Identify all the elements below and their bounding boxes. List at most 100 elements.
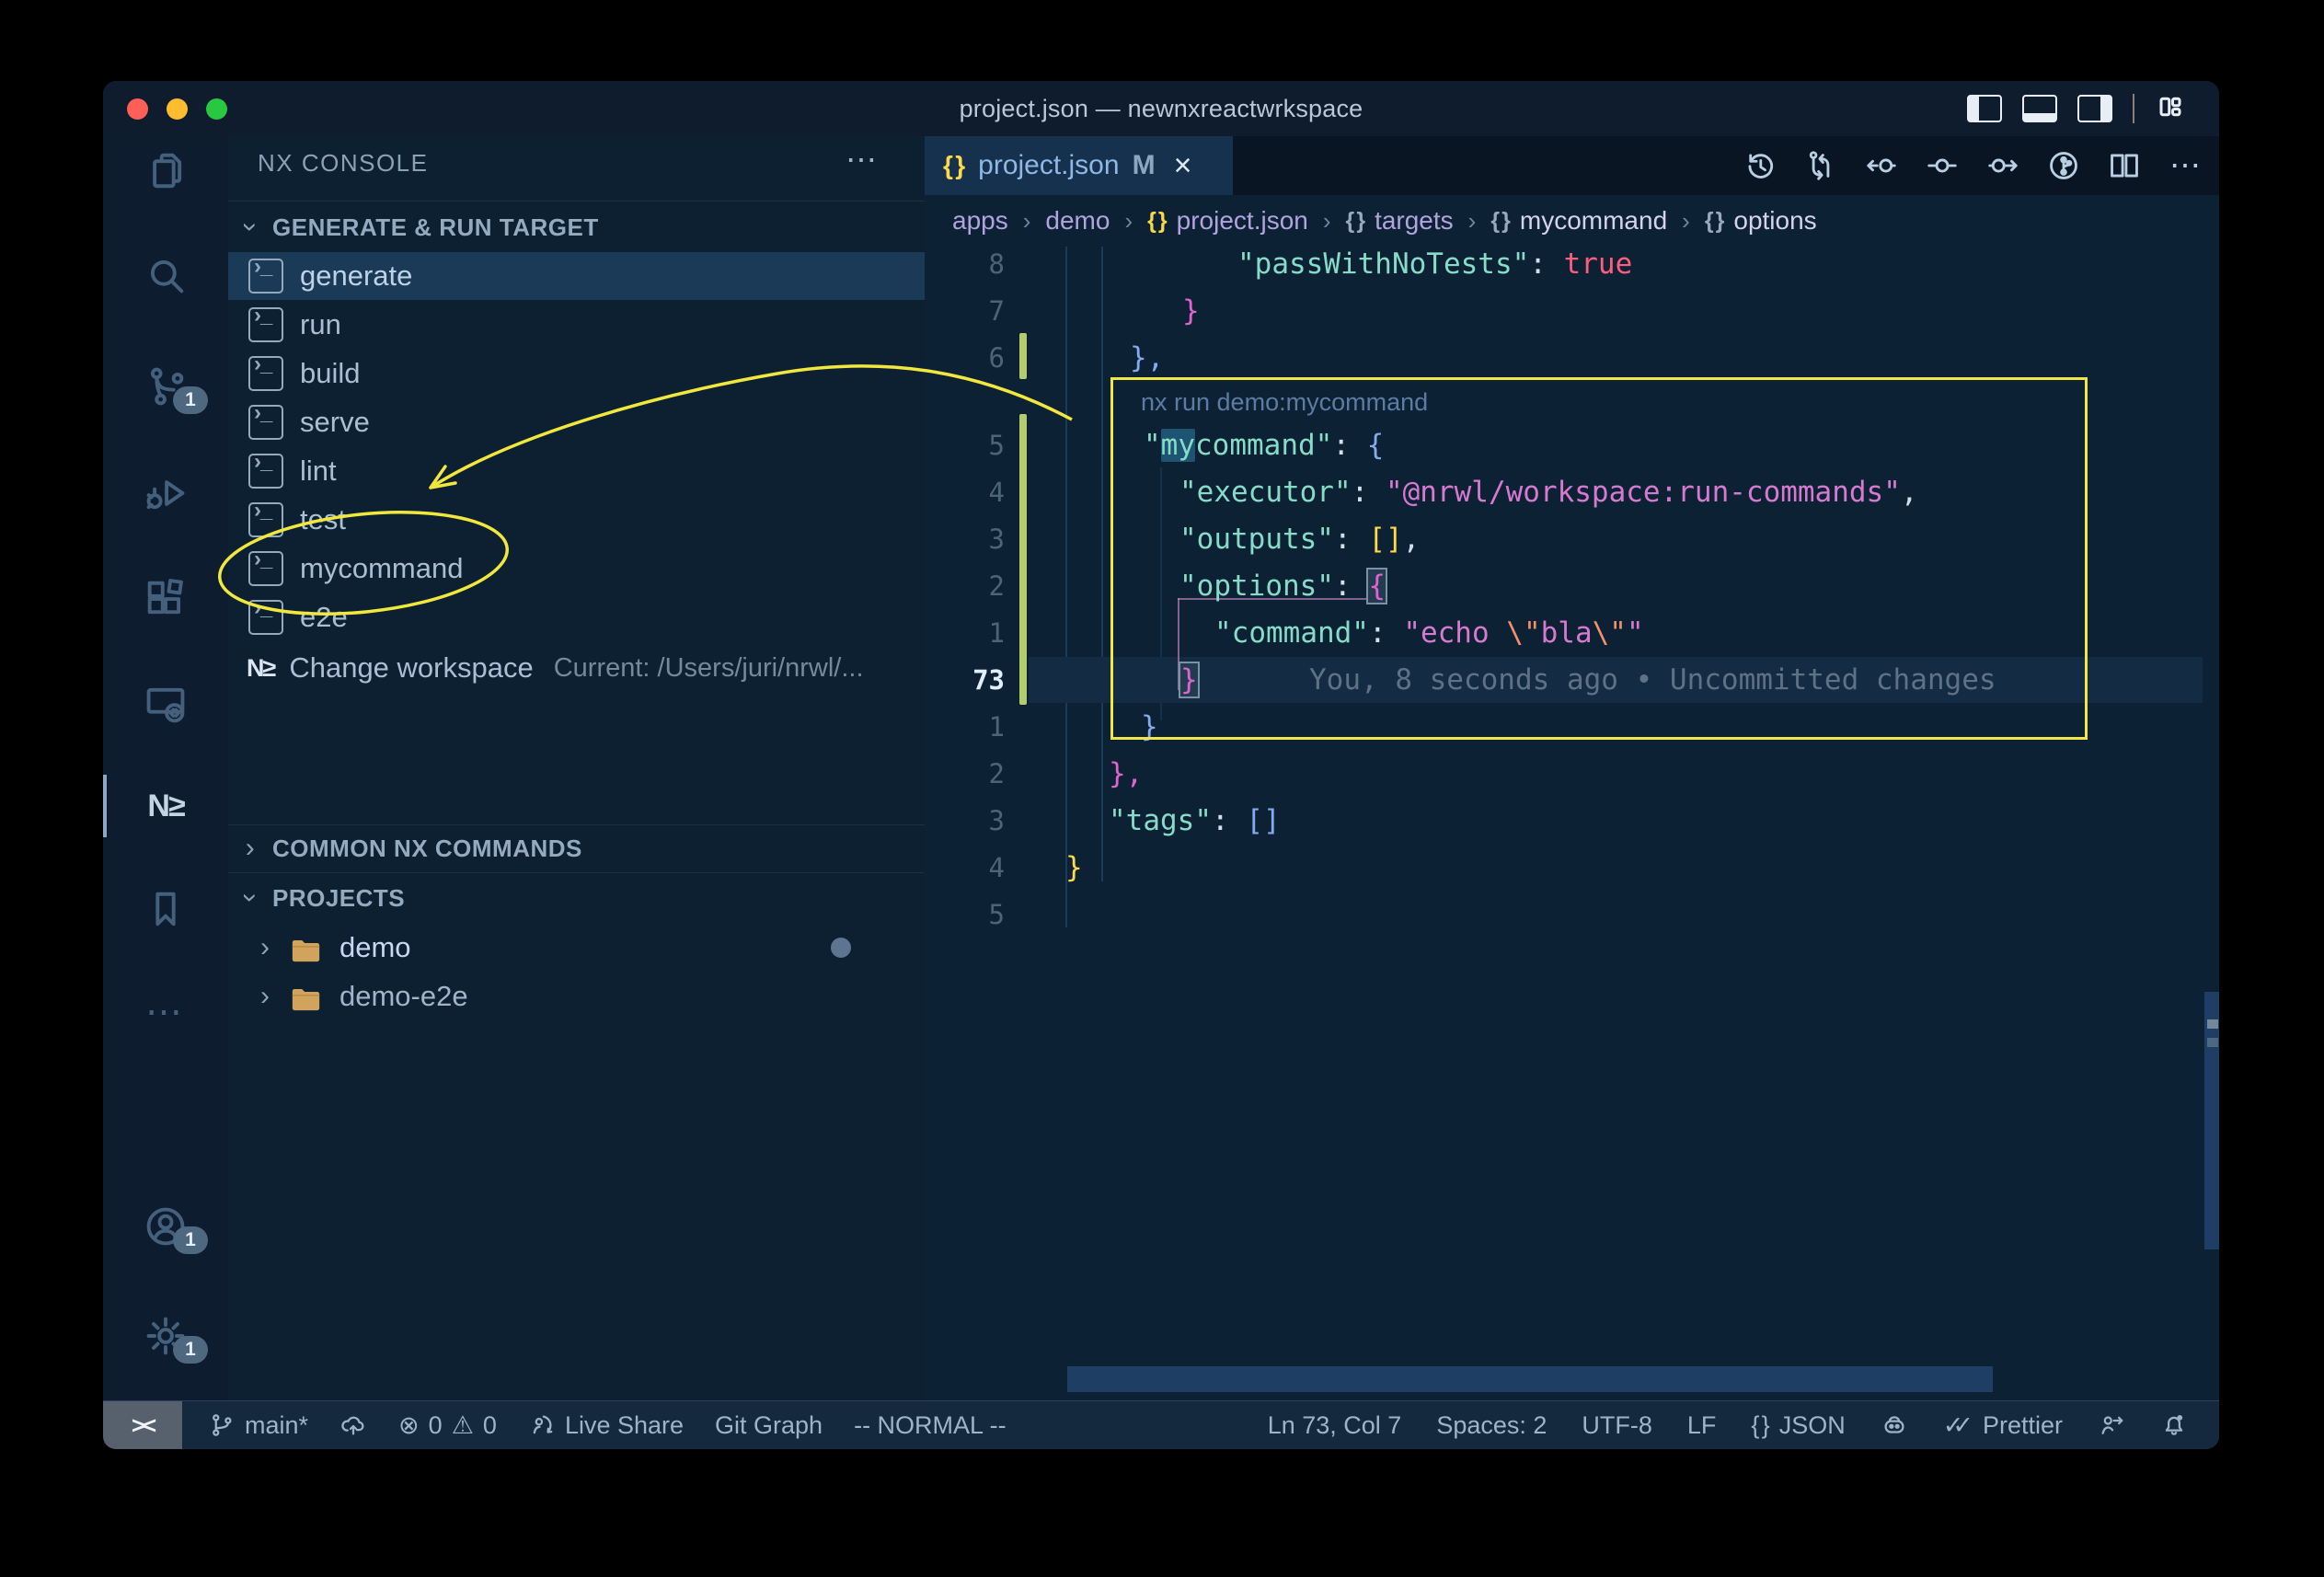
breadcrumb-apps[interactable]: apps [952, 206, 1008, 236]
vertical-scrollbar[interactable] [2204, 992, 2219, 1249]
activity-item-extensions[interactable] [103, 556, 228, 640]
cloud-upload-icon [339, 1411, 367, 1439]
activity-item-source-control[interactable]: 1 [103, 344, 228, 429]
sidebar-item-generate[interactable]: ›_generate [228, 252, 925, 300]
close-tab-icon[interactable]: × [1174, 148, 1192, 184]
divider [228, 824, 925, 825]
breadcrumb-targets[interactable]: { }targets [1346, 206, 1454, 236]
horizontal-scrollbar[interactable] [1067, 1366, 1993, 1392]
toolbar-timeline-button[interactable] [1741, 146, 1779, 185]
braces-icon: { } [1751, 1411, 1769, 1440]
layout-sidebar-left-icon[interactable] [1967, 95, 2002, 122]
status-indentation[interactable]: Spaces: 2 [1436, 1411, 1547, 1440]
remote-explorer-icon [142, 680, 190, 728]
activity-item-bookmarks[interactable] [103, 867, 228, 951]
status-cursor-position[interactable]: Ln 73, Col 7 [1268, 1411, 1402, 1440]
sidebar-more-actions-icon[interactable]: ⋯ [846, 142, 879, 178]
code-line[interactable]: "tags": [] [1109, 798, 1281, 844]
sidebar-item-change-workspace[interactable]: N≥ Change workspace Current: /Users/juri… [228, 644, 925, 692]
layout-controls [1967, 81, 2186, 136]
status-git-branch[interactable]: main* [208, 1411, 308, 1440]
annotation-highlight-box [1110, 377, 2088, 740]
code-line[interactable]: } [1065, 845, 1083, 891]
toolbar-split-editor-button[interactable] [2105, 146, 2144, 185]
nx-icon: N≥ [147, 788, 183, 824]
breadcrumb-options[interactable]: { }options [1705, 206, 1817, 236]
status-copilot[interactable] [1881, 1411, 1908, 1439]
toolbar-gitlens-button[interactable] [2044, 146, 2083, 185]
section-projects[interactable]: › PROJECTS [228, 877, 925, 919]
chevron-right-icon: › [254, 981, 276, 1012]
sidebar-item-e2e[interactable]: ›_e2e [228, 593, 925, 641]
activity-item-settings[interactable]: 1 [103, 1294, 228, 1378]
toolbar-previous-change-button[interactable] [1862, 146, 1901, 185]
project-item-demo[interactable]: ›demo [228, 924, 925, 972]
sidebar-item-run[interactable]: ›_run [228, 301, 925, 349]
titlebar: project.json — newnxreactwrkspace [103, 81, 2219, 137]
activity-item-search[interactable] [103, 233, 228, 317]
target-label: lint [300, 455, 337, 488]
chevron-down-icon: › [235, 216, 266, 238]
status-eol[interactable]: LF [1687, 1411, 1717, 1440]
remote-indicator[interactable]: >< [103, 1401, 182, 1449]
chevron-down-icon: › [235, 887, 266, 909]
status-feedback[interactable] [2098, 1411, 2125, 1439]
braces-icon: { } [1147, 208, 1168, 235]
activity-item-explorer[interactable] [103, 129, 228, 213]
status-sync[interactable] [339, 1411, 367, 1439]
breadcrumb-project.json[interactable]: { }project.json [1147, 206, 1308, 236]
status-formatter[interactable]: ✓✓Prettier [1943, 1411, 2063, 1440]
toolbar-more-actions-button[interactable]: ⋯ [2166, 146, 2204, 185]
status-problems[interactable]: ⊗0⚠0 [398, 1411, 497, 1440]
section-label: GENERATE & RUN TARGET [272, 213, 599, 242]
toolbar-open-changes-button[interactable] [1923, 146, 1962, 185]
sidebar-item-lint[interactable]: ›_lint [228, 447, 925, 495]
activity-item-more-views[interactable]: ⋯ [103, 970, 228, 1054]
section-generate-run-target[interactable]: › GENERATE & RUN TARGET [228, 206, 925, 248]
activity-item-accounts[interactable]: 1 [103, 1184, 228, 1269]
tab-label: project.json [978, 150, 1119, 181]
change-workspace-label: Change workspace [289, 651, 533, 685]
project-item-demo-e2e[interactable]: ›demo-e2e [228, 973, 925, 1020]
sidebar-item-serve[interactable]: ›_serve [228, 398, 925, 446]
status-encoding[interactable]: UTF-8 [1582, 1411, 1652, 1440]
terminal-icon: ›_ [248, 405, 283, 440]
code-line[interactable]: }, [1130, 335, 1164, 381]
status-language-mode[interactable]: { }JSON [1751, 1411, 1845, 1440]
status-bar: >< main* ⊗0⚠0 Live Share Git Graph -- NORMAL… [103, 1400, 2219, 1449]
layout-customize-icon[interactable] [2155, 93, 2186, 125]
project-label: demo [339, 931, 411, 964]
breadcrumb-demo[interactable]: demo [1045, 206, 1110, 236]
breadcrumb-mycommand[interactable]: { }mycommand [1490, 206, 1667, 236]
sidebar-item-build[interactable]: ›_build [228, 350, 925, 397]
layout-panel-icon[interactable] [2022, 95, 2057, 122]
nx-console-sidebar: NX CONSOLE ⋯ › GENERATE & RUN TARGET ›_g… [228, 136, 926, 1401]
activity-item-remote-explorer[interactable] [103, 662, 228, 746]
breadcrumb-separator: › [1023, 207, 1031, 236]
toolbar-compare-changes-button[interactable] [1801, 146, 1840, 185]
status-vim-mode[interactable]: -- NORMAL -- [854, 1411, 1006, 1440]
code-line[interactable]: "passWithNoTests": true [1237, 241, 1632, 287]
status-git-graph[interactable]: Git Graph [715, 1411, 823, 1440]
code-editor[interactable]: 8"passWithNoTests": true7}6},5"mycommand… [925, 247, 2219, 1401]
compare-icon [1803, 148, 1838, 183]
copilot-icon [1881, 1411, 1908, 1439]
overview-ruler-mark [2207, 1019, 2218, 1029]
status-notifications[interactable] [2160, 1411, 2188, 1439]
activity-item-nx-console[interactable]: N≥ [103, 764, 228, 848]
sidebar-item-test[interactable]: ›_test [228, 496, 925, 544]
tab-project-json[interactable]: { } project.json M × [925, 136, 1233, 195]
layout-sidebar-right-icon[interactable] [2077, 95, 2112, 122]
code-line[interactable]: }, [1109, 751, 1143, 797]
vscode-window: project.json — newnxreactwrkspace 1 N≥ ⋯ 1 1… [103, 81, 2219, 1449]
code-token: }, [1109, 757, 1143, 790]
status-live-share[interactable]: Live Share [528, 1411, 684, 1440]
section-common-nx-commands[interactable]: › COMMON NX COMMANDS [228, 827, 925, 869]
status-label: Ln 73, Col 7 [1268, 1411, 1402, 1440]
toolbar-next-change-button[interactable] [1984, 146, 2022, 185]
sidebar-item-mycommand[interactable]: ›_mycommand [228, 545, 925, 593]
code-line[interactable]: } [1182, 288, 1200, 334]
activity-item-run-debug[interactable] [103, 451, 228, 535]
divider [2133, 94, 2134, 123]
line-number: 1 [927, 704, 1005, 750]
